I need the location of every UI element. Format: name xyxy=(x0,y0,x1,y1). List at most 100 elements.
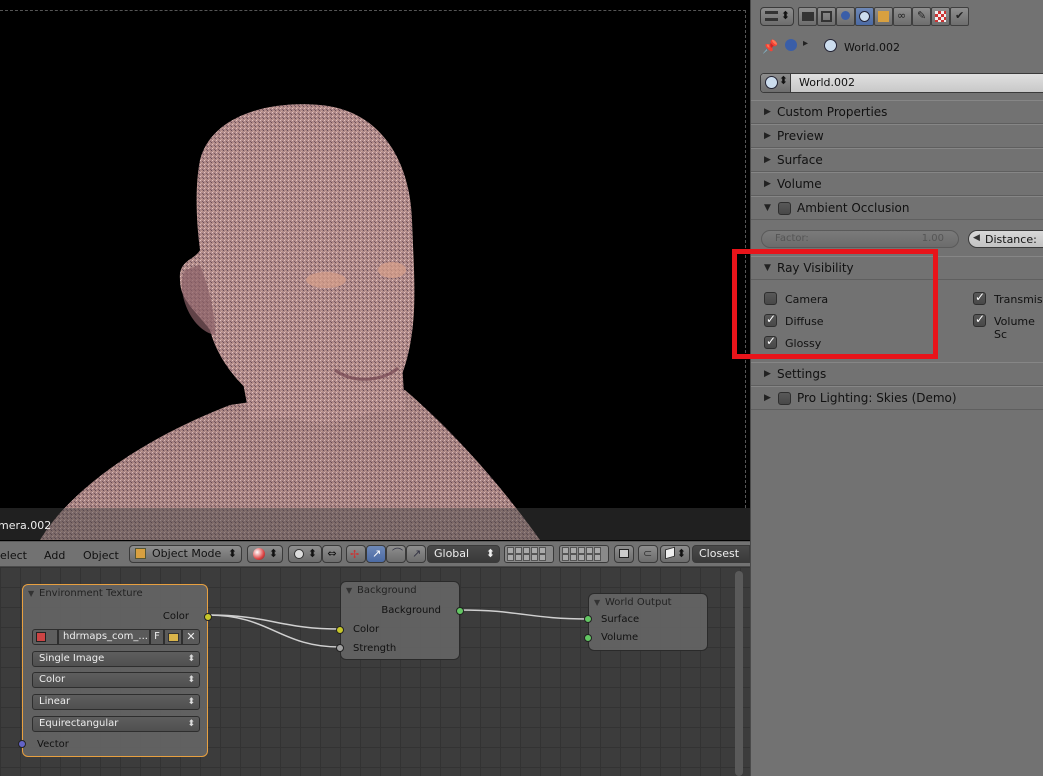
unlink-image-button[interactable]: ✕ xyxy=(182,629,200,645)
rotate-mode-button[interactable]: ⌒ xyxy=(386,545,406,563)
panel-surface[interactable]: ▶ Surface xyxy=(751,148,1043,172)
color-space-select[interactable]: Color xyxy=(32,672,200,688)
background-output-socket[interactable] xyxy=(456,607,464,615)
expanded-arrow-icon: ▼ xyxy=(764,203,771,213)
pro-lighting-checkbox[interactable] xyxy=(778,392,791,405)
pivot-icon xyxy=(294,549,304,559)
panel-volume[interactable]: ▶ Volume xyxy=(751,172,1043,196)
tab-render[interactable] xyxy=(798,7,817,26)
volume-input-socket[interactable] xyxy=(584,634,592,642)
surface-input-socket[interactable] xyxy=(584,615,592,623)
color-input-socket[interactable] xyxy=(336,626,344,634)
menu-select[interactable]: elect xyxy=(0,549,27,562)
orientation-label: Global xyxy=(434,547,470,560)
ao-factor-value: 1.00 xyxy=(921,233,944,244)
menu-object[interactable]: Object xyxy=(83,549,119,562)
rotate-icon: ⌒ xyxy=(392,547,403,560)
world-datablock-selector[interactable]: ⬍ World.002 xyxy=(760,73,1043,93)
layers-grid-2[interactable] xyxy=(559,545,609,563)
tab-physics[interactable]: ✔ xyxy=(950,7,969,26)
3d-viewport[interactable]: mera.002 xyxy=(0,0,750,540)
interpolation-select[interactable]: Linear xyxy=(32,694,200,710)
panel-preview[interactable]: ▶ Preview xyxy=(751,124,1043,148)
color-output-socket[interactable] xyxy=(204,613,212,621)
ao-factor-label: Factor: xyxy=(775,233,809,244)
panel-label: Custom Properties xyxy=(777,105,888,119)
node-editor-scrollbar[interactable] xyxy=(735,571,743,776)
world-icon xyxy=(765,76,778,89)
mode-selector[interactable]: Object Mode ⬍ xyxy=(129,545,242,563)
chain-icon: ∞ xyxy=(897,9,907,22)
tab-render-layers[interactable] xyxy=(817,7,836,26)
image-name-field[interactable]: hdrmaps_com_... xyxy=(58,629,150,645)
arrow-icon: ↗ xyxy=(372,547,382,560)
volume-scatter-visibility-checkbox[interactable] xyxy=(973,312,986,327)
updown-arrow-icon: ⬍ xyxy=(676,547,686,560)
panel-pro-lighting[interactable]: ▶ Pro Lighting: Skies (Demo) xyxy=(751,386,1043,410)
checker-icon xyxy=(935,11,946,22)
chevron-left-icon: ◀ xyxy=(973,233,980,243)
ao-distance-field[interactable]: ◀ Distance: xyxy=(968,230,1043,248)
open-image-button[interactable] xyxy=(164,629,182,645)
3d-view-header: elect Add Object Object Mode ⬍ ⬍ ⬍ ⇔ ✢ ↗… xyxy=(0,541,750,567)
translate-axes-icon: ✢ xyxy=(350,548,360,561)
world-name-field[interactable]: World.002 xyxy=(799,76,855,89)
background-node[interactable]: Background Background Color Strength xyxy=(336,581,464,660)
wrench-icon: ✎ xyxy=(917,9,927,22)
scale-icon: ↗ xyxy=(412,547,422,560)
panel-custom-properties[interactable]: ▶ Custom Properties xyxy=(751,100,1043,124)
transmission-visibility-label: Transmiss xyxy=(994,293,1043,306)
snap-toggle[interactable]: ⊂ xyxy=(638,545,658,563)
pin-icon[interactable]: 📌 xyxy=(762,40,778,55)
panel-label: Volume xyxy=(777,177,822,191)
world-icon xyxy=(859,11,870,22)
world-output-node[interactable]: World Output Surface Volume xyxy=(584,593,708,651)
snap-target-selector[interactable]: Closest xyxy=(692,545,750,563)
magnet-icon: ⊂ xyxy=(643,547,653,560)
tab-scene[interactable] xyxy=(836,7,855,26)
projection-type-select[interactable]: Single Image xyxy=(32,651,200,667)
strength-input-socket[interactable] xyxy=(336,644,344,652)
layers-icon xyxy=(821,11,832,22)
output-background-label: Background xyxy=(381,605,441,616)
fake-user-button[interactable]: F xyxy=(150,629,164,645)
panel-ambient-occlusion[interactable]: ▼ Ambient Occlusion xyxy=(751,196,1043,220)
tab-constraints[interactable]: ∞ xyxy=(893,7,912,26)
tab-material[interactable] xyxy=(931,7,950,26)
arrows-icon: ⇔ xyxy=(327,547,337,560)
mode-label: Object Mode xyxy=(152,547,222,560)
translate-mode-button[interactable]: ↗ xyxy=(366,545,386,563)
menu-add[interactable]: Add xyxy=(44,549,65,562)
ao-factor-slider[interactable]: Factor: 1.00 xyxy=(761,230,959,248)
cube-outline-icon xyxy=(665,546,675,560)
lock-camera-button[interactable] xyxy=(614,545,634,563)
manipulator-toggle[interactable]: ⇔ xyxy=(322,545,342,563)
editor-type-button[interactable]: ⬍ xyxy=(760,7,794,26)
world-browse-button[interactable]: ⬍ xyxy=(761,74,791,92)
ambient-occlusion-checkbox[interactable] xyxy=(778,202,791,215)
volume-scatter-visibility-label: Volume Sc xyxy=(994,315,1035,341)
panel-label: Preview xyxy=(777,129,824,143)
orientation-selector[interactable]: Global ⬍ xyxy=(427,545,500,563)
snap-element-button[interactable]: ⬍ xyxy=(660,545,690,563)
node-editor[interactable]: Environment Texture Color hdrmaps_com_..… xyxy=(0,567,750,776)
scale-mode-button[interactable]: ↗ xyxy=(406,545,426,563)
tab-object[interactable] xyxy=(874,7,893,26)
environment-texture-node[interactable]: Environment Texture Color hdrmaps_com_..… xyxy=(18,584,212,757)
node-title: Environment Texture xyxy=(23,585,207,603)
image-selector[interactable]: hdrmaps_com_... F ✕ xyxy=(32,629,200,645)
image-browse-button[interactable] xyxy=(32,629,58,645)
viewport-shading-button[interactable]: ⬍ xyxy=(247,545,283,563)
layers-grid-1[interactable] xyxy=(504,545,554,563)
projection-select[interactable]: Equirectangular xyxy=(32,716,200,732)
vector-input-socket[interactable] xyxy=(18,740,26,748)
tab-world[interactable] xyxy=(855,7,874,26)
translate-manipulator-button[interactable]: ✢ xyxy=(346,545,366,563)
tab-modifiers[interactable]: ✎ xyxy=(912,7,931,26)
updown-arrow-icon: ⬍ xyxy=(485,547,495,560)
input-volume-label: Volume xyxy=(601,632,639,643)
panel-settings[interactable]: ▶ Settings xyxy=(751,362,1043,386)
pivot-point-button[interactable]: ⬍ xyxy=(288,545,322,563)
image-icon xyxy=(36,632,46,642)
transmission-visibility-checkbox[interactable] xyxy=(973,290,986,305)
